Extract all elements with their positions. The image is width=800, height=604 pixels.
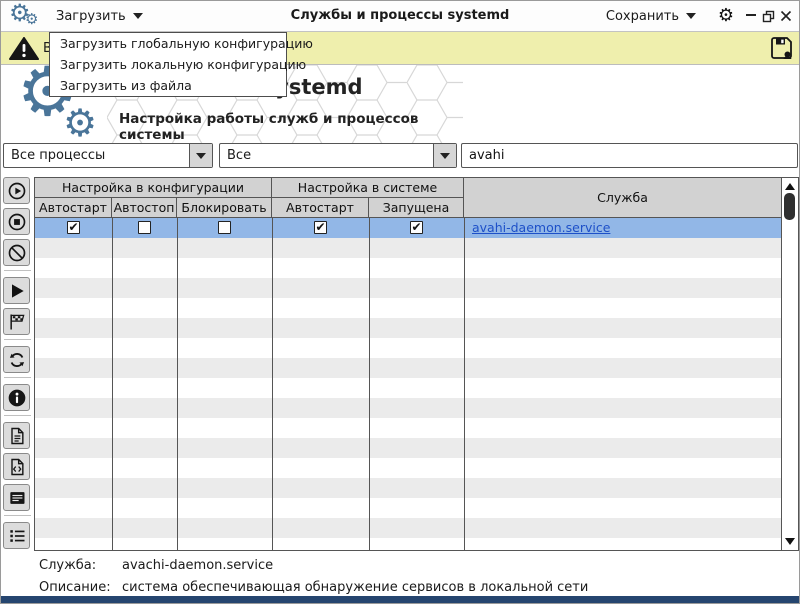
- titlebar: ⚙⚙ Загрузить Службы и процессы systemd С…: [1, 1, 799, 32]
- finish-flag-icon: [7, 312, 27, 332]
- table-empty-rows: [35, 238, 781, 550]
- start-service-button[interactable]: [3, 177, 30, 204]
- finish-button[interactable]: [3, 308, 30, 335]
- toolbar-separator: [4, 377, 31, 378]
- load-menu-popup: Загрузить глобальную конфигурацию Загруз…: [49, 32, 287, 97]
- group-header-config[interactable]: Настройка в конфигурации: [35, 178, 272, 198]
- search-input[interactable]: [461, 143, 798, 168]
- selected-service-row[interactable]: ✔ ✔ ✔ avahi-daemon.service: [35, 218, 781, 238]
- dropdown-arrow-button[interactable]: [189, 144, 212, 167]
- toolbar-separator: [4, 339, 31, 340]
- group-header-system[interactable]: Настройка в системе: [272, 178, 464, 198]
- vertical-scrollbar[interactable]: [781, 177, 799, 551]
- column-divider: [272, 218, 273, 550]
- column-divider: [112, 218, 113, 550]
- services-table: Настройка в конфигурации Настройка в сис…: [34, 177, 782, 551]
- chevron-down-icon: [196, 153, 206, 159]
- service-link[interactable]: avahi-daemon.service: [472, 220, 610, 235]
- load-menu-button[interactable]: Загрузить: [56, 1, 143, 31]
- checkbox-system-autostart[interactable]: ✔: [314, 221, 327, 234]
- col-header-system-autostart[interactable]: Автостарт: [272, 198, 369, 218]
- menu-item-load-local[interactable]: Загрузить локальную конфигурацию: [50, 54, 286, 75]
- scroll-down-arrow-icon[interactable]: [785, 538, 795, 545]
- col-header-config-autostart[interactable]: Автостарт: [35, 198, 112, 218]
- settings-gear-icon[interactable]: ⚙: [718, 5, 734, 27]
- log-file-button[interactable]: [3, 422, 30, 449]
- document-icon: [7, 426, 27, 446]
- bottom-accent-bar: [1, 596, 799, 603]
- unit-list-button[interactable]: [3, 522, 30, 549]
- service-value: avachi-daemon.service: [122, 558, 273, 573]
- column-divider: [177, 218, 178, 550]
- scroll-up-arrow-icon[interactable]: [785, 183, 795, 190]
- category-filter-value: Все: [227, 148, 251, 163]
- description-label: Описание:: [39, 580, 111, 595]
- col-header-config-autostop[interactable]: Автостоп: [112, 198, 177, 218]
- chevron-down-icon: [133, 13, 143, 19]
- toolbar-separator: [4, 515, 31, 516]
- ban-icon: [7, 243, 27, 263]
- col-header-config-block[interactable]: Блокировать: [177, 198, 272, 218]
- close-icon: [780, 10, 792, 22]
- stop-service-button[interactable]: [3, 208, 30, 235]
- save-menu-label: Сохранить: [606, 9, 679, 24]
- minimize-icon: [745, 10, 757, 22]
- close-button[interactable]: [780, 8, 794, 24]
- toolbar-separator: [4, 270, 31, 271]
- dropdown-arrow-button[interactable]: [433, 144, 456, 167]
- info-icon: [7, 388, 27, 408]
- toolbar-separator: [4, 415, 31, 416]
- app-gears-icon: ⚙⚙: [9, 2, 45, 32]
- scrollbar-thumb[interactable]: [784, 193, 795, 220]
- start-circle-icon: [7, 181, 27, 201]
- description-value: система обеспечивающая обнаружение серви…: [122, 580, 588, 595]
- config-file-button[interactable]: [3, 453, 30, 480]
- stop-circle-icon: [7, 212, 27, 232]
- chevron-down-icon: [440, 153, 450, 159]
- code-document-icon: [7, 457, 27, 477]
- maximize-button[interactable]: [762, 8, 776, 24]
- banner-subtitle: Настройка работы служб и процессов систе…: [119, 111, 463, 143]
- save-menu-button[interactable]: Сохранить: [606, 1, 696, 31]
- menu-item-load-global[interactable]: Загрузить глобальную конфигурацию: [50, 33, 286, 54]
- checkbox-config-autostart[interactable]: ✔: [67, 221, 80, 234]
- info-button[interactable]: [3, 384, 30, 411]
- list-icon: [7, 526, 27, 546]
- checkbox-config-block[interactable]: [218, 221, 231, 234]
- process-filter-select[interactable]: Все процессы: [3, 143, 213, 168]
- col-header-system-running[interactable]: Запущена: [369, 198, 464, 218]
- refresh-icon: [7, 350, 27, 370]
- menu-item-load-file[interactable]: Загрузить из файла: [50, 75, 286, 96]
- checkbox-system-running[interactable]: ✔: [410, 221, 423, 234]
- console-output-button[interactable]: [3, 484, 30, 511]
- table-body: ✔ ✔ ✔ avahi-daemon.service: [35, 218, 781, 550]
- maximize-icon: [762, 10, 775, 23]
- checkbox-config-autostop[interactable]: [138, 221, 151, 234]
- play-icon: [7, 281, 27, 301]
- refresh-button[interactable]: [3, 346, 30, 373]
- minimize-button[interactable]: [745, 8, 759, 24]
- app-window: ⚙⚙ Загрузить Службы и процессы systemd С…: [0, 0, 800, 604]
- process-filter-value: Все процессы: [11, 148, 105, 163]
- group-header-service[interactable]: Служба: [464, 178, 781, 218]
- column-divider: [369, 218, 370, 550]
- chevron-down-icon: [686, 13, 696, 19]
- run-button[interactable]: [3, 277, 30, 304]
- save-user-config-icon[interactable]: [769, 36, 794, 61]
- category-filter-select[interactable]: Все: [219, 143, 457, 168]
- details-pane: Служба: avachi-daemon.service Описание: …: [1, 553, 799, 598]
- column-divider: [464, 218, 465, 550]
- service-label: Служба:: [39, 558, 96, 573]
- block-service-button[interactable]: [3, 239, 30, 266]
- load-menu-label: Загрузить: [56, 9, 126, 24]
- console-icon: [7, 488, 27, 508]
- filter-bar: Все процессы Все: [1, 143, 799, 170]
- left-toolbar: [3, 177, 32, 553]
- warning-triangle-icon: [9, 37, 39, 61]
